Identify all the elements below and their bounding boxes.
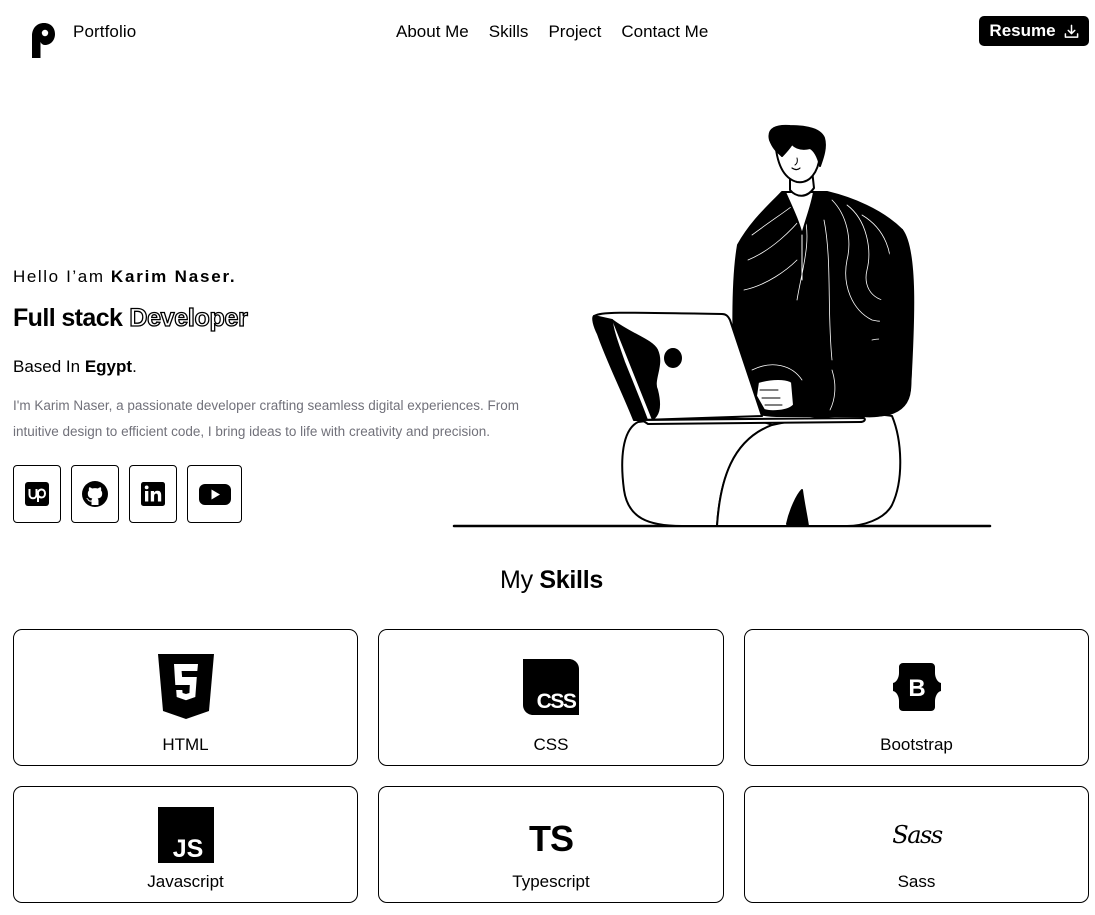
sass-icon: Sass xyxy=(889,806,945,864)
youtube-link[interactable] xyxy=(187,465,242,523)
skill-card-css[interactable]: CSS CSS xyxy=(378,629,724,766)
hero-name: Karim Naser. xyxy=(110,267,237,286)
svg-text:CSS: CSS xyxy=(537,690,577,713)
skill-label: Sass xyxy=(897,872,936,891)
hero-location: Based In Egypt. xyxy=(13,357,137,377)
role-outline: Developer xyxy=(129,303,249,332)
location-name: Egypt xyxy=(84,357,133,376)
skills-heading-bold: Skills xyxy=(539,566,603,594)
bootstrap-icon: B xyxy=(889,654,945,720)
svg-text:JS: JS xyxy=(172,835,203,863)
nav-contact-me[interactable]: Contact Me xyxy=(621,22,708,42)
github-icon xyxy=(82,481,108,507)
skill-label: HTML xyxy=(162,735,209,754)
skill-card-html[interactable]: HTML xyxy=(13,629,358,766)
linkedin-link[interactable] xyxy=(129,465,177,523)
hero-greeting: Hello I’am Karim Naser. xyxy=(13,267,236,287)
skill-label: Typescript xyxy=(512,872,590,891)
nav-skills[interactable]: Skills xyxy=(489,22,529,42)
skill-card-typescript[interactable]: TS Typescript xyxy=(378,786,724,903)
html5-icon xyxy=(157,654,214,720)
skill-label: CSS xyxy=(533,735,569,754)
skills-grid: HTML CSS CSS B Bootstrap JS Javascript T… xyxy=(13,629,1089,903)
svg-text:TS: TS xyxy=(529,818,573,859)
upwork-icon xyxy=(25,482,49,506)
skill-card-bootstrap[interactable]: B Bootstrap xyxy=(744,629,1089,766)
logo-icon[interactable] xyxy=(30,22,56,59)
social-links xyxy=(13,465,242,523)
resume-button[interactable]: Resume xyxy=(979,16,1089,46)
css3-icon: CSS xyxy=(523,654,579,720)
main-nav: About Me Skills Project Contact Me xyxy=(396,22,708,42)
brand-name[interactable]: Portfolio xyxy=(73,22,136,42)
resume-label: Resume xyxy=(989,21,1056,40)
role-plain: Full stack xyxy=(13,304,123,332)
greeting-text: Hello I’am xyxy=(13,267,111,286)
skill-label: Javascript xyxy=(147,872,224,891)
typescript-icon: TS xyxy=(523,806,579,864)
svg-text:B: B xyxy=(908,675,925,702)
github-link[interactable] xyxy=(71,465,119,523)
skills-heading: My Skills xyxy=(0,566,1095,595)
hero-role: Full stack Developer xyxy=(13,303,249,333)
nav-project[interactable]: Project xyxy=(548,22,601,42)
svg-text:Sass: Sass xyxy=(892,821,943,849)
download-icon xyxy=(1064,24,1078,38)
skill-card-javascript[interactable]: JS Javascript xyxy=(13,786,358,903)
based-prefix: Based In xyxy=(13,357,85,376)
developer-illustration xyxy=(452,124,992,528)
javascript-icon: JS xyxy=(157,806,214,864)
nav-about-me[interactable]: About Me xyxy=(396,22,469,42)
skills-heading-plain: My xyxy=(500,566,540,594)
based-suffix: . xyxy=(132,357,137,376)
youtube-icon xyxy=(198,484,231,505)
upwork-link[interactable] xyxy=(13,465,61,523)
skill-card-sass[interactable]: Sass Sass xyxy=(744,786,1089,903)
skill-label: Bootstrap xyxy=(880,735,953,754)
site-header: Portfolio About Me Skills Project Contac… xyxy=(0,0,1095,64)
linkedin-icon xyxy=(141,482,165,506)
